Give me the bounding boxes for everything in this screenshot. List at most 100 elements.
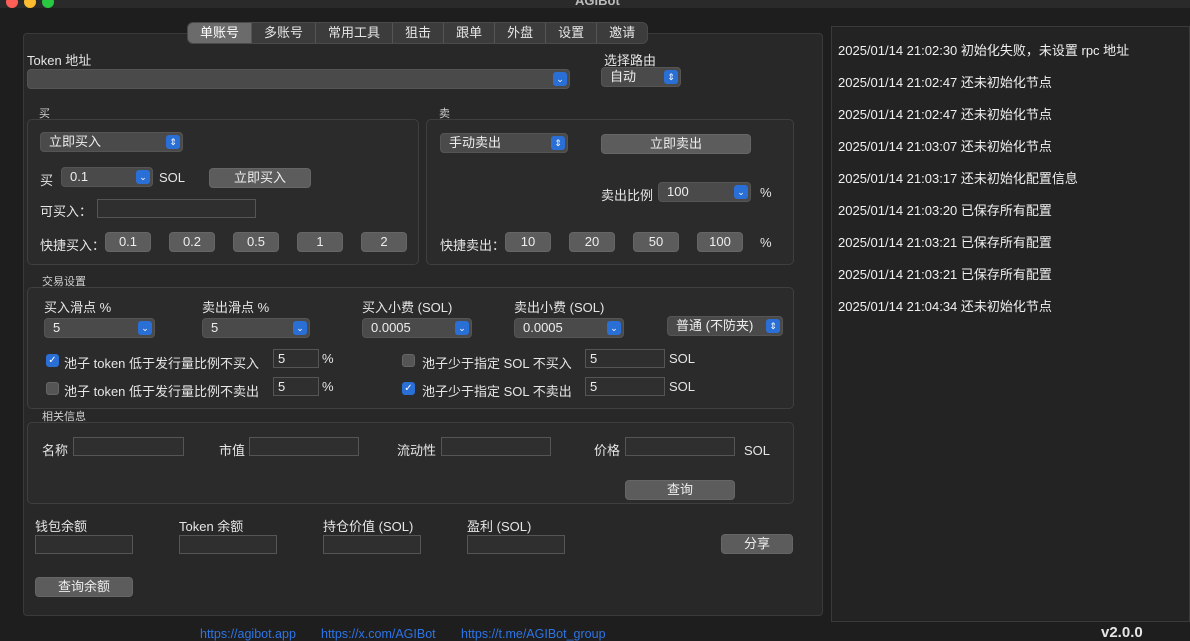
log-panel[interactable]: 2025/01/14 21:02:30 初始化失败，未设置 rpc 地址 202… (831, 26, 1190, 622)
buy-amount-select[interactable]: 0.1 ⌄ (61, 167, 153, 187)
x-link[interactable]: https://x.com/AGIBot (321, 627, 436, 641)
quick-sell-unit: % (760, 235, 772, 250)
version-label: v2.0.0 (1101, 624, 1143, 641)
liquidity-field[interactable] (441, 437, 551, 456)
pool-token-no-sell-unit: % (322, 379, 334, 394)
query-info-button[interactable]: 查询 (625, 480, 735, 500)
quick-buy-button[interactable]: 0.5 (233, 232, 279, 252)
position-value-field[interactable] (323, 535, 421, 554)
sell-slippage-select[interactable]: 5 ⌄ (202, 318, 310, 338)
share-button[interactable]: 分享 (721, 534, 793, 554)
log-entry: 2025/01/14 21:02:47 还未初始化节点 (838, 75, 1052, 90)
tab-invite[interactable]: 邀请 (597, 23, 647, 43)
market-cap-label: 市值 (219, 443, 246, 458)
pool-sol-no-buy-label: 池子少于指定 SOL 不买入 (422, 356, 572, 371)
pool-sol-no-buy-checkbox[interactable] (402, 354, 415, 367)
tab-bar: 单账号 多账号 常用工具 狙击 跟单 外盘 设置 邀请 (187, 22, 649, 44)
close-window-button[interactable] (6, 0, 18, 8)
price-label: 价格 (594, 443, 621, 458)
sell-fee-select[interactable]: 0.0005 ⌄ (514, 318, 624, 338)
pool-sol-no-buy-field[interactable]: 5 (585, 349, 665, 368)
route-select[interactable]: 自动 ⇕ (601, 67, 681, 87)
quick-buy-button[interactable]: 2 (361, 232, 407, 252)
pool-token-no-sell-field[interactable]: 5 (273, 377, 319, 396)
buy-amount-label: 买 (40, 173, 54, 188)
sell-slippage-label: 卖出滑点 % (202, 300, 270, 315)
zoom-window-button[interactable] (42, 0, 54, 8)
sell-mode-select[interactable]: 手动卖出 ⇕ (440, 133, 568, 153)
pool-sol-no-sell-field[interactable]: 5 (585, 377, 665, 396)
profit-field[interactable] (467, 535, 565, 554)
buy-fee-value: 0.0005 (371, 320, 411, 335)
pool-sol-no-buy-unit: SOL (669, 351, 696, 366)
liquidity-label: 流动性 (397, 443, 437, 458)
available-buy-field[interactable] (97, 199, 256, 218)
route-value: 自动 (610, 69, 637, 84)
buy-fee-select[interactable]: 0.0005 ⌄ (362, 318, 472, 338)
mev-mode-select[interactable]: 普通 (不防夹) ⇕ (667, 316, 783, 336)
quick-buy-button[interactable]: 0.2 (169, 232, 215, 252)
buy-amount-unit: SOL (159, 170, 186, 185)
buy-mode-select[interactable]: 立即买入 ⇕ (40, 132, 183, 152)
pool-token-no-buy-field[interactable]: 5 (273, 349, 319, 368)
available-buy-label: 可买入： (40, 204, 93, 219)
pool-token-no-buy-checkbox[interactable]: ✓ (46, 354, 59, 367)
wallet-balance-field[interactable] (35, 535, 133, 554)
chevron-down-icon: ⌄ (553, 72, 567, 86)
tab-single-account[interactable]: 单账号 (188, 23, 253, 43)
tab-snipe[interactable]: 狙击 (393, 23, 445, 43)
wallet-balance-label: 钱包余额 (35, 519, 88, 534)
position-value-label: 持仓价值 (SOL) (323, 519, 414, 534)
quick-buy-label: 快捷买入： (40, 238, 106, 253)
chevron-updown-icon: ⇕ (664, 70, 678, 84)
pool-token-no-buy-unit: % (322, 351, 334, 366)
quick-buy-button[interactable]: 1 (297, 232, 343, 252)
query-balance-button[interactable]: 查询余额 (35, 577, 133, 597)
buy-slippage-value: 5 (53, 320, 61, 335)
sell-ratio-value: 100 (667, 184, 689, 199)
sell-ratio-label: 卖出比例 (601, 188, 654, 203)
quick-sell-button[interactable]: 20 (569, 232, 615, 252)
log-entry: 2025/01/14 21:03:20 已保存所有配置 (838, 203, 1052, 218)
sell-slippage-value: 5 (211, 320, 219, 335)
sell-ratio-unit: % (760, 185, 772, 200)
chevron-updown-icon: ⇕ (551, 136, 565, 150)
log-entry: 2025/01/14 21:03:21 已保存所有配置 (838, 235, 1052, 250)
sell-now-button[interactable]: 立即卖出 (601, 134, 751, 154)
price-field[interactable] (625, 437, 735, 456)
pool-sol-no-sell-label: 池子少于指定 SOL 不卖出 (422, 384, 572, 399)
log-entry: 2025/01/14 21:02:47 还未初始化节点 (838, 107, 1052, 122)
token-balance-field[interactable] (179, 535, 277, 554)
pool-sol-no-sell-checkbox[interactable]: ✓ (402, 382, 415, 395)
tab-tools[interactable]: 常用工具 (316, 23, 394, 43)
pool-token-no-sell-checkbox[interactable] (46, 382, 59, 395)
website-link[interactable]: https://agibot.app (200, 627, 296, 641)
tab-external[interactable]: 外盘 (495, 23, 547, 43)
sell-fee-value: 0.0005 (523, 320, 563, 335)
quick-buy-button[interactable]: 0.1 (105, 232, 151, 252)
minimize-window-button[interactable] (24, 0, 36, 8)
log-entry: 2025/01/14 21:03:17 还未初始化配置信息 (838, 171, 1078, 186)
buy-now-button[interactable]: 立即买入 (209, 168, 311, 188)
chevron-down-icon: ⌄ (455, 321, 469, 335)
price-unit: SOL (744, 443, 771, 458)
tab-settings[interactable]: 设置 (546, 23, 598, 43)
market-cap-field[interactable] (249, 437, 359, 456)
quick-sell-button[interactable]: 10 (505, 232, 551, 252)
quick-sell-button[interactable]: 100 (697, 232, 743, 252)
chevron-down-icon: ⌄ (607, 321, 621, 335)
token-address-select[interactable]: ⌄ (27, 69, 570, 89)
quick-sell-button[interactable]: 50 (633, 232, 679, 252)
sell-mode-value: 手动卖出 (449, 135, 502, 150)
telegram-link[interactable]: https://t.me/AGIBot_group (461, 627, 606, 641)
sell-ratio-select[interactable]: 100 ⌄ (658, 182, 751, 202)
token-name-field[interactable] (73, 437, 184, 456)
tab-copy-trade[interactable]: 跟单 (444, 23, 496, 43)
tab-multi-account[interactable]: 多账号 (252, 23, 317, 43)
mev-mode-value: 普通 (不防夹) (676, 318, 754, 333)
chevron-down-icon: ⌄ (136, 170, 150, 184)
buy-slippage-label: 买入滑点 % (44, 300, 112, 315)
window-title: AGIBot (575, 0, 620, 8)
log-entry: 2025/01/14 21:03:07 还未初始化节点 (838, 139, 1052, 154)
buy-slippage-select[interactable]: 5 ⌄ (44, 318, 155, 338)
